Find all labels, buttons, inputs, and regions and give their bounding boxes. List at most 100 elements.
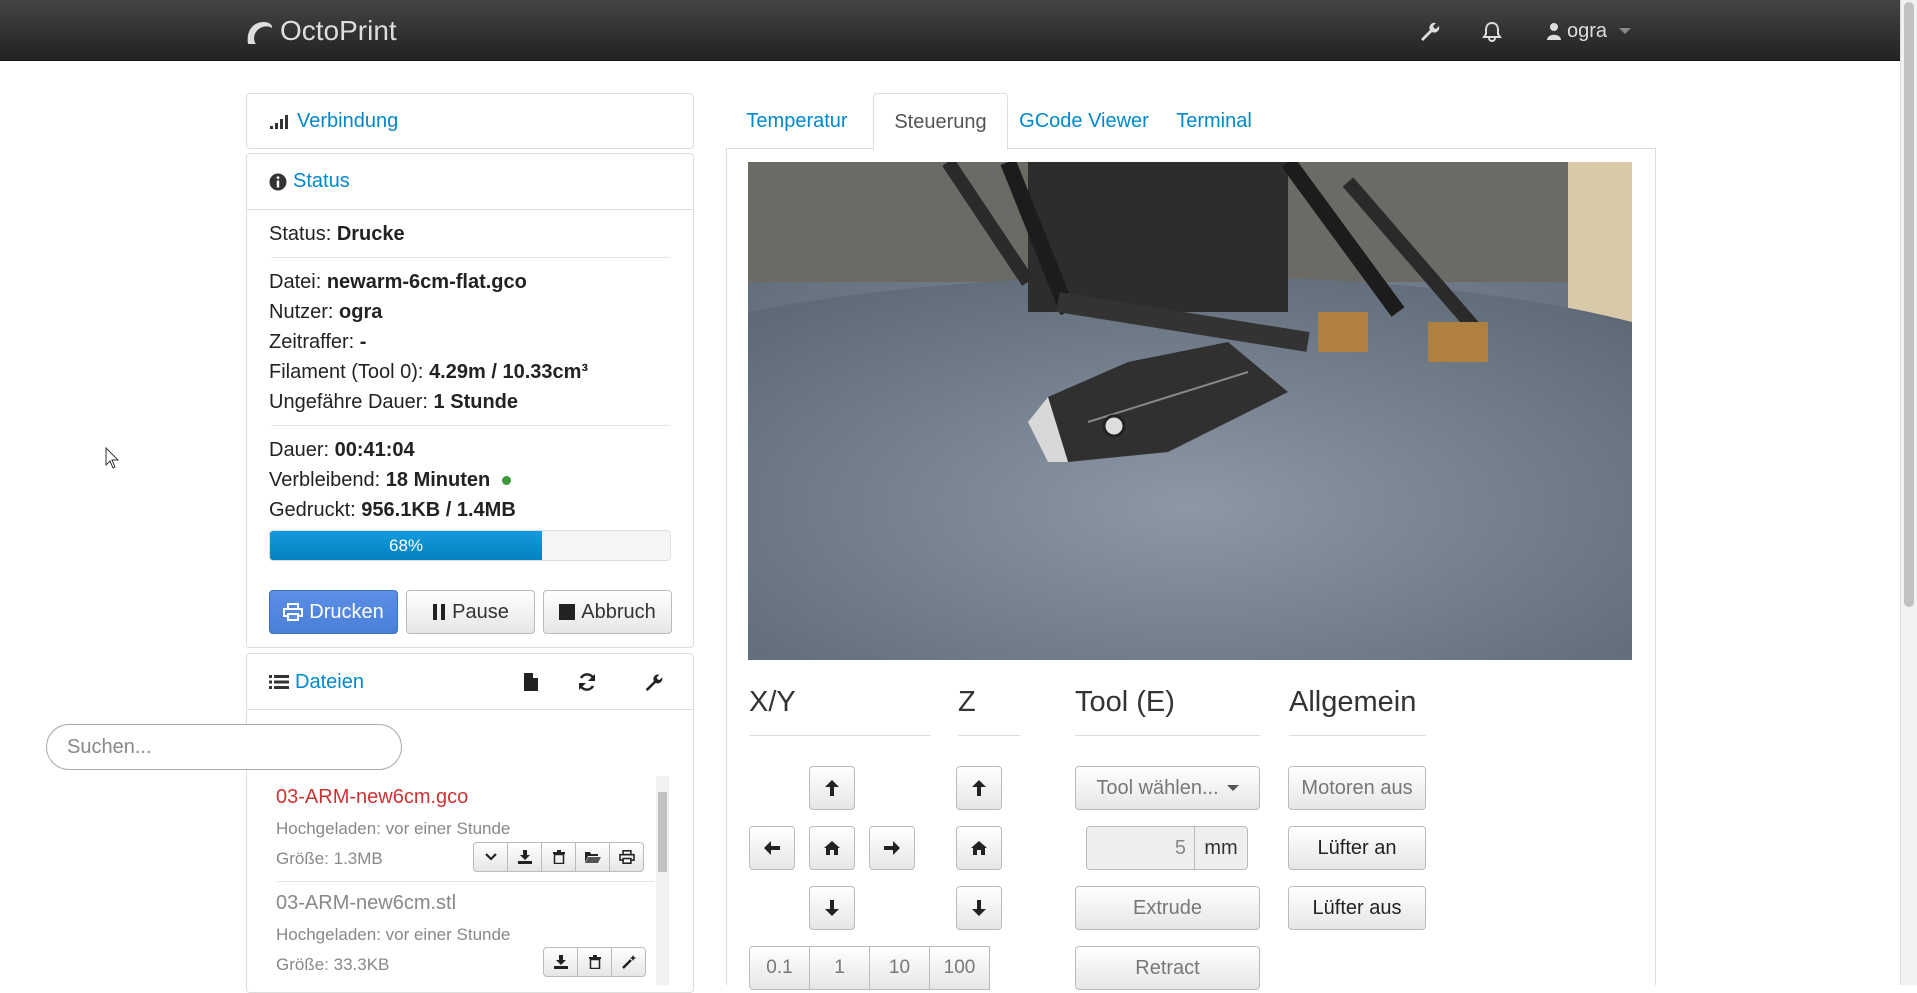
files-wrench-icon[interactable] <box>640 669 666 695</box>
download-icon[interactable] <box>543 947 578 977</box>
step-10-button[interactable]: 10 <box>869 946 930 990</box>
duration-value: 00:41:04 <box>334 439 415 461</box>
step-100-button[interactable]: 100 <box>929 946 990 990</box>
file-name[interactable]: 03-ARM-new6cm.gco <box>276 786 656 814</box>
jog-y-plus-button[interactable] <box>809 766 855 810</box>
general-title: Allgemein <box>1289 686 1426 736</box>
file-value: newarm-6cm-flat.gco <box>326 271 527 293</box>
wrench-icon[interactable] <box>1415 17 1443 45</box>
arrow-left-icon <box>764 841 780 855</box>
files-title[interactable]: Dateien <box>269 654 364 710</box>
page-scrollbar[interactable] <box>1900 0 1917 985</box>
connection-title: Verbindung <box>297 109 399 132</box>
extrude-button[interactable]: Extrude <box>1075 886 1260 930</box>
chevron-down-icon <box>1619 28 1632 34</box>
slice-icon[interactable] <box>611 947 646 977</box>
jog-x-plus-button[interactable] <box>869 826 915 870</box>
info-icon <box>269 173 287 190</box>
home-icon <box>971 841 987 855</box>
file-search-input[interactable] <box>46 724 402 770</box>
duration-row: Dauer: 00:41:04 <box>269 439 415 461</box>
octoprint-logo-icon <box>247 22 273 44</box>
tab-terminal[interactable]: Terminal <box>1160 93 1268 149</box>
jog-z-plus-button[interactable] <box>956 766 1002 810</box>
fan-on-button[interactable]: Lüfter an <box>1288 826 1426 870</box>
extrude-amount-field: mm <box>1086 826 1248 870</box>
user-menu[interactable]: ogra <box>1547 17 1632 45</box>
motors-off-button[interactable]: Motoren aus <box>1288 766 1426 810</box>
print-button[interactable]: Drucken <box>269 590 398 634</box>
step-1-button[interactable]: 1 <box>809 946 870 990</box>
printed-row: Gedruckt: 956.1KB / 1.4MB <box>269 499 516 521</box>
tab-gcode-viewer[interactable]: GCode Viewer <box>1014 93 1154 149</box>
jog-z-minus-button[interactable] <box>956 886 1002 930</box>
online-dot-icon <box>501 476 511 486</box>
connection-header[interactable]: Verbindung <box>247 94 693 148</box>
approx-duration-row: Ungefähre Dauer: 1 Stunde <box>269 391 518 413</box>
unit-label: mm <box>1195 826 1248 870</box>
chevron-down-icon <box>1226 785 1239 791</box>
status-header[interactable]: Status <box>247 154 693 210</box>
file-uploaded: Hochgeladen: vor einer Stunde <box>276 925 511 944</box>
status-panel: Status Status: Drucke Datei: newarm-6cm-… <box>246 153 694 648</box>
z-title: Z <box>958 686 1020 736</box>
list-icon <box>269 675 289 689</box>
top-navbar: OctoPrint ogra <box>0 0 1900 61</box>
folder-open-icon[interactable] <box>575 842 610 872</box>
user-value: ogra <box>339 301 383 323</box>
printed-value: 956.1KB / 1.4MB <box>361 499 516 521</box>
arrow-down-icon <box>972 900 986 916</box>
refresh-icon[interactable] <box>574 669 600 695</box>
delete-icon[interactable] <box>577 947 612 977</box>
username: ogra <box>1567 19 1608 42</box>
home-icon <box>824 841 840 855</box>
file-uploaded: Hochgeladen: vor einer Stunde <box>276 819 511 838</box>
jog-x-minus-button[interactable] <box>749 826 795 870</box>
user-icon <box>1547 23 1561 40</box>
timelapse-value: - <box>359 331 367 353</box>
brand[interactable]: OctoPrint <box>244 13 397 49</box>
file-2-actions <box>543 947 646 977</box>
mouse-cursor-icon <box>105 447 120 469</box>
filament-row: Filament (Tool 0): 4.29m / 10.33cm³ <box>269 361 589 383</box>
new-file-icon[interactable] <box>518 669 544 695</box>
step-0-1-button[interactable]: 0.1 <box>749 946 810 990</box>
xy-title: X/Y <box>749 686 931 736</box>
home-xy-button[interactable] <box>809 826 855 870</box>
tool-select-dropdown[interactable]: Tool wählen... <box>1075 766 1260 810</box>
download-icon[interactable] <box>507 842 542 872</box>
delete-icon[interactable] <box>541 842 576 872</box>
print-progress: 68% <box>269 530 671 561</box>
remaining-value: 18 Minuten <box>385 469 491 491</box>
arrow-right-icon <box>884 841 900 855</box>
signal-icon <box>270 115 288 129</box>
pause-button[interactable]: Pause <box>406 590 535 634</box>
file-1-actions <box>473 842 644 872</box>
extrude-amount-input[interactable] <box>1086 826 1195 870</box>
file-name[interactable]: 03-ARM-new6cm.stl <box>276 892 656 920</box>
fan-off-button[interactable]: Lüfter aus <box>1288 886 1426 930</box>
status-title: Status <box>293 170 350 192</box>
file-row: Datei: newarm-6cm-flat.gco <box>269 271 527 293</box>
status-state-value: Drucke <box>336 223 405 245</box>
stop-icon <box>559 604 576 620</box>
tab-control[interactable]: Steuerung <box>873 93 1008 150</box>
file-divider <box>276 881 654 882</box>
tool-title: Tool (E) <box>1075 686 1260 736</box>
home-z-button[interactable] <box>956 826 1002 870</box>
step-size-group: 0.1 1 10 100 <box>749 946 990 990</box>
jog-y-minus-button[interactable] <box>809 886 855 930</box>
retract-button[interactable]: Retract <box>1075 946 1260 990</box>
file-list-scrollbar[interactable] <box>656 776 669 985</box>
arrow-up-icon <box>825 780 839 796</box>
tab-temperature[interactable]: Temperatur <box>726 93 868 149</box>
cancel-button[interactable]: Abbruch <box>543 590 672 634</box>
arrow-up-icon <box>972 780 986 796</box>
expand-icon[interactable] <box>473 842 508 872</box>
pause-icon <box>433 604 446 620</box>
brand-name: OctoPrint <box>280 15 397 46</box>
progress-bar-fill: 68% <box>270 531 542 560</box>
bell-icon[interactable] <box>1478 17 1506 45</box>
print-file-icon[interactable] <box>609 842 644 872</box>
connection-panel: Verbindung <box>246 93 694 149</box>
